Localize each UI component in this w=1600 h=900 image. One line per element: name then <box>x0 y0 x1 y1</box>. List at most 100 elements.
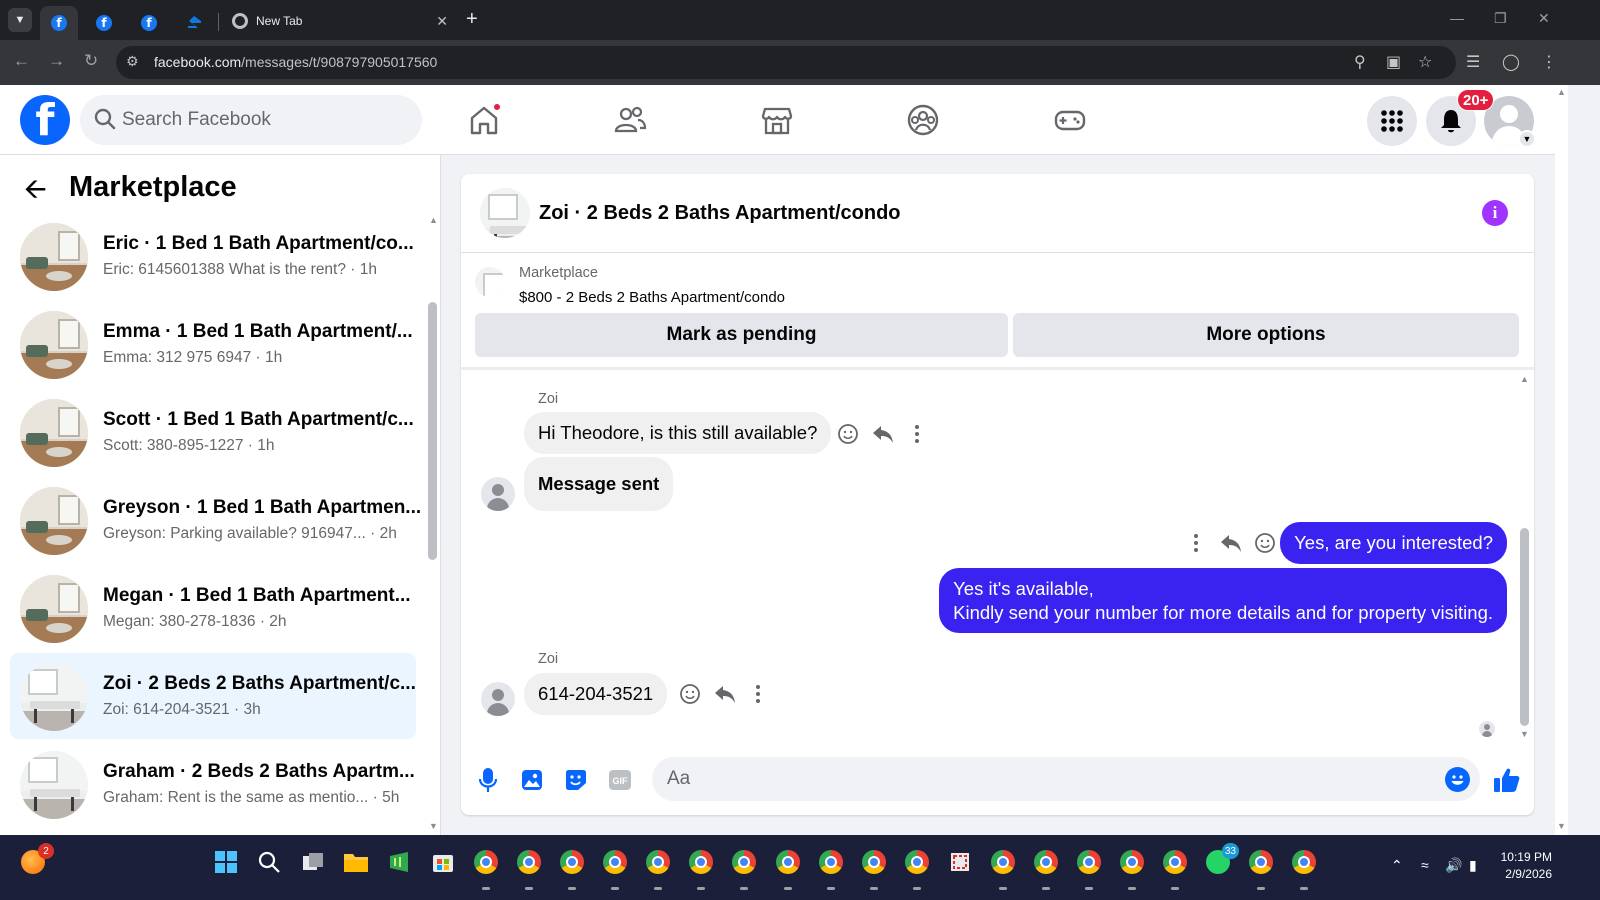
listing-title[interactable]: $800 - 2 Beds 2 Baths Apartment/condo <box>519 289 785 306</box>
more-actions-icon[interactable] <box>745 681 771 707</box>
reload-icon[interactable]: ↻ <box>84 51 98 71</box>
info-icon[interactable]: i <box>1482 200 1508 226</box>
chrome-taskbar-icon[interactable] <box>516 849 542 890</box>
conversation-row[interactable]: Eric · 1 Bed 1 Bath Apartment/co... Eric:… <box>10 213 416 299</box>
scroll-down-arrow-icon[interactable]: ▼ <box>1520 729 1529 739</box>
conversation-row[interactable]: Greyson · 1 Bed 1 Bath Apartmen... Greyso… <box>10 477 421 563</box>
spreadsheet-taskbar-icon[interactable] <box>386 849 412 875</box>
more-actions-icon[interactable] <box>1183 530 1209 556</box>
menu-grid-button[interactable] <box>1367 96 1417 146</box>
emoji-icon[interactable] <box>1445 767 1470 792</box>
tab-facebook-active[interactable]: f <box>40 6 78 40</box>
listing-thumbnail[interactable] <box>475 267 505 297</box>
install-app-icon[interactable]: ▣ <box>1386 52 1401 72</box>
zoom-icon[interactable]: ⚲ <box>1354 52 1366 72</box>
chrome-taskbar-icon[interactable] <box>602 849 628 890</box>
listing-avatar[interactable] <box>480 188 530 238</box>
tab-facebook-3[interactable]: f <box>131 6 167 40</box>
sidebar-scrollbar[interactable] <box>428 302 437 560</box>
outgoing-message[interactable]: Yes, are you interested? <box>1280 522 1507 564</box>
scroll-down-arrow-icon[interactable]: ▼ <box>429 821 438 831</box>
chrome-taskbar-icon[interactable] <box>559 849 585 890</box>
reply-icon[interactable] <box>1218 530 1244 556</box>
incoming-message[interactable]: Hi Theodore, is this still available? <box>524 412 832 454</box>
back-arrow-icon[interactable]: 🡨 <box>24 175 47 203</box>
store-taskbar-icon[interactable] <box>430 849 456 875</box>
voice-clip-button[interactable] <box>474 766 502 794</box>
chrome-taskbar-icon[interactable] <box>990 849 1016 890</box>
scroll-up-arrow-icon[interactable]: ▲ <box>429 215 438 225</box>
nav-groups[interactable] <box>903 102 943 138</box>
tab-zillow[interactable] <box>176 6 212 40</box>
more-actions-icon[interactable] <box>904 421 930 447</box>
system-message[interactable]: Message sent <box>524 457 674 511</box>
message-composer[interactable] <box>652 757 1480 801</box>
reply-icon[interactable] <box>712 681 738 707</box>
attach-photo-button[interactable] <box>518 766 546 794</box>
conversation-row[interactable]: Megan · 1 Bed 1 Bath Apartment... Megan: … <box>10 565 416 651</box>
tab-close-icon[interactable]: ✕ <box>436 13 448 30</box>
scroll-up-arrow-icon[interactable]: ▲ <box>1520 374 1529 384</box>
window-close-icon[interactable]: ✕ <box>1538 10 1550 27</box>
chrome-taskbar-icon[interactable] <box>645 849 671 890</box>
tab-facebook-2[interactable]: f <box>86 6 122 40</box>
nav-gaming[interactable] <box>1050 102 1090 138</box>
conversation-row[interactable]: Graham · 2 Beds 2 Baths Apartm... Graham:… <box>10 741 416 827</box>
task-view-button[interactable] <box>300 849 326 875</box>
chrome-taskbar-icon[interactable] <box>861 849 887 890</box>
battery-icon[interactable]: ▮ <box>1469 857 1477 874</box>
sender-avatar[interactable] <box>481 682 515 716</box>
chrome-taskbar-icon[interactable] <box>818 849 844 890</box>
nav-home[interactable] <box>464 102 504 138</box>
outgoing-message-multiline[interactable]: Yes it's available, Kindly send your num… <box>939 568 1507 633</box>
conversation-row[interactable]: Emma · 1 Bed 1 Bath Apartment/... Emma: 3… <box>10 301 416 387</box>
browser-menu-icon[interactable]: ⋮ <box>1541 52 1557 72</box>
profile-icon[interactable]: ◯ <box>1502 52 1520 72</box>
react-smiley-icon[interactable] <box>677 681 703 707</box>
message-input[interactable] <box>667 757 1427 801</box>
sender-avatar[interactable] <box>481 477 515 511</box>
chrome-taskbar-icon[interactable] <box>1291 849 1317 890</box>
reply-icon[interactable] <box>870 421 896 447</box>
chrome-taskbar-icon[interactable] <box>1162 849 1188 890</box>
react-smiley-icon[interactable] <box>1252 530 1278 556</box>
tab-new-tab[interactable]: New Tab ✕ <box>224 6 456 36</box>
tab-search-chevron-icon[interactable]: ▼ <box>8 8 32 32</box>
sticker-button[interactable] <box>562 766 590 794</box>
new-tab-plus-icon[interactable]: + <box>466 8 478 30</box>
facebook-search[interactable] <box>80 95 422 145</box>
chat-title[interactable]: Zoi · 2 Beds 2 Baths Apartment/condo <box>539 202 901 225</box>
start-button[interactable] <box>213 849 239 875</box>
page-scrollbar[interactable]: ▲ ▼ <box>1555 85 1568 835</box>
taskbar-search-button[interactable] <box>256 849 282 875</box>
system-clock[interactable]: 10:19 PM 2/9/2026 <box>1498 849 1552 883</box>
incoming-message[interactable]: 614-204-3521 <box>524 673 668 715</box>
more-options-button[interactable]: More options <box>1013 313 1519 357</box>
volume-icon[interactable]: 🔊 <box>1445 857 1462 874</box>
file-explorer-taskbar-icon[interactable] <box>343 849 369 875</box>
account-chevron-down-icon[interactable]: ▼ <box>1518 130 1536 148</box>
gif-button[interactable]: GIF <box>606 766 634 794</box>
tray-overflow-chevron-icon[interactable]: ⌃ <box>1391 857 1403 874</box>
conversation-row[interactable]: Scott · 1 Bed 1 Bath Apartment/c... Scott… <box>10 389 416 475</box>
search-input[interactable] <box>122 95 412 145</box>
minimize-icon[interactable]: — <box>1450 10 1464 26</box>
chrome-taskbar-icon[interactable] <box>473 849 499 890</box>
whatsapp-taskbar-icon[interactable]: 33 <box>1205 843 1239 875</box>
chrome-taskbar-icon[interactable] <box>775 849 801 890</box>
firefox-taskbar-icon[interactable]: 2 <box>20 843 54 875</box>
chrome-taskbar-icon[interactable] <box>1076 849 1102 890</box>
chrome-taskbar-icon[interactable] <box>1033 849 1059 890</box>
chrome-taskbar-icon[interactable] <box>731 849 757 890</box>
reading-list-icon[interactable]: ☰ <box>1466 52 1480 72</box>
nav-marketplace[interactable] <box>757 102 797 138</box>
chrome-taskbar-icon[interactable] <box>688 849 714 890</box>
page-scroll-down-icon[interactable]: ▼ <box>1557 821 1566 831</box>
address-bar[interactable]: ⚙ facebook.com/messages/t/90879790501756… <box>116 46 1456 79</box>
like-button[interactable] <box>1493 766 1521 794</box>
bookmark-star-icon[interactable]: ☆ <box>1418 52 1432 72</box>
react-smiley-icon[interactable] <box>835 421 861 447</box>
mark-as-pending-button[interactable]: Mark as pending <box>475 313 1008 357</box>
forward-icon[interactable]: → <box>48 51 65 71</box>
site-info-icon[interactable]: ⚙ <box>126 53 139 70</box>
